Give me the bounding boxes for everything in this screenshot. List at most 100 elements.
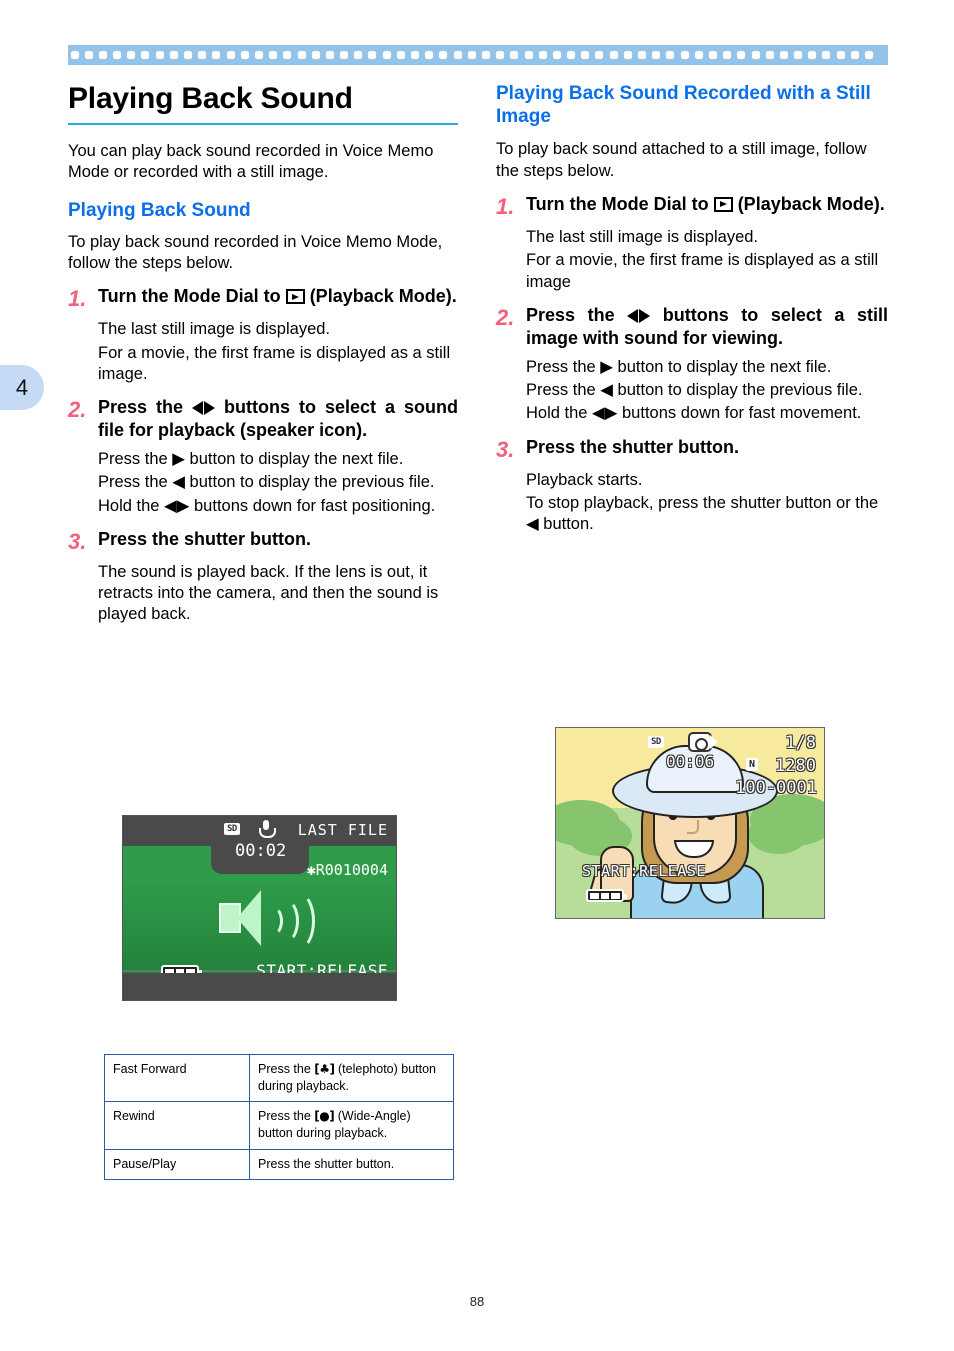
step-3-body: The sound is played back. If the lens is…	[98, 562, 458, 626]
step-3-body: Playback starts. To stop playback, press…	[526, 470, 888, 536]
step-body-line: For a movie, the first frame is displaye…	[98, 343, 451, 383]
ornament-motif-row	[68, 45, 888, 65]
playback-mode-icon	[285, 289, 305, 305]
table-row: Pause/Play Press the shutter button.	[104, 1148, 454, 1181]
clover-motif-icon	[765, 48, 774, 62]
step-2: 2. Press the buttons to select a still i…	[496, 305, 888, 350]
step-number: 3.	[68, 528, 87, 554]
sd-card-icon: SD	[224, 823, 240, 835]
wide-angle-icon: [●]	[314, 1109, 335, 1124]
clover-motif-icon	[581, 48, 590, 62]
clover-motif-icon	[666, 48, 675, 62]
step-number: 2.	[68, 397, 87, 423]
clover-motif-icon	[836, 48, 845, 62]
clover-motif-icon	[340, 48, 349, 62]
lcd-screenshot-voice-memo: SD 00:02 LAST FILE ✱R0010004 START:RELEA…	[122, 815, 397, 1001]
photo-subject-nose	[687, 820, 699, 834]
step-3: 3. Press the shutter button.	[496, 437, 888, 463]
sound-attached-icon	[688, 732, 712, 752]
clover-motif-icon	[70, 48, 79, 62]
step-1-body: The last still image is displayed. For a…	[526, 227, 888, 293]
left-right-buttons-icon	[627, 306, 651, 328]
clover-motif-icon	[652, 48, 661, 62]
playback-mode-icon	[713, 197, 733, 213]
intro-paragraph: You can play back sound recorded in Voic…	[68, 141, 434, 181]
clover-motif-icon	[552, 48, 561, 62]
clover-motif-icon	[510, 48, 519, 62]
step-body-line: Press the ◀ button to display the previo…	[526, 381, 863, 400]
clover-motif-icon	[155, 48, 164, 62]
clover-motif-icon	[396, 48, 405, 62]
desc-before: Press the	[258, 1109, 311, 1124]
step-2-body: Press the ▶ button to display the next f…	[526, 357, 888, 425]
step-body-line: Hold the ◀▶ buttons down for fast positi…	[98, 496, 436, 515]
clover-motif-icon	[481, 48, 490, 62]
section-lead: To play back sound attached to a still i…	[496, 140, 867, 180]
step-body-line: The last still image is displayed.	[98, 320, 331, 339]
clover-motif-icon	[609, 48, 618, 62]
step-2-body: Press the ▶ button to display the next f…	[98, 449, 458, 517]
normal-quality-icon: N	[745, 758, 758, 771]
table-row: Rewind Press the [●] (Wide-Angle) button…	[104, 1101, 454, 1150]
clover-motif-icon	[98, 48, 107, 62]
step-heading: Press the buttons to select a still imag…	[526, 305, 888, 350]
step-heading: Press the shutter button.	[526, 436, 740, 457]
section-lead: To play back sound recorded in Voice Mem…	[68, 232, 443, 272]
lcd-filename: ✱R0010004	[306, 861, 388, 879]
step-heading-text: Press the	[526, 305, 615, 326]
step-body-line: The sound is played back. If the lens is…	[98, 562, 439, 624]
clover-motif-icon	[169, 48, 178, 62]
step-1: 1. Turn the Mode Dial to (Playback Mode)…	[68, 286, 458, 312]
clover-motif-icon	[84, 48, 93, 62]
clover-motif-icon	[368, 48, 377, 62]
clover-motif-icon	[496, 48, 505, 62]
step-heading-text-cont: (Playback Mode).	[737, 194, 885, 215]
step-body-line: To stop playback, press the shutter butt…	[526, 494, 879, 534]
sound-attached-icon-tail	[710, 735, 718, 749]
step-heading: Press the shutter button.	[98, 528, 312, 549]
clover-motif-icon	[354, 48, 363, 62]
title-rule	[68, 122, 458, 125]
step-body-line: The last still image is displayed.	[526, 228, 759, 247]
clover-motif-icon	[240, 48, 249, 62]
step-3: 3. Press the shutter button.	[68, 529, 458, 555]
clover-motif-icon	[453, 48, 462, 62]
step-heading-text-cont: (Playback Mode).	[309, 286, 457, 307]
clover-motif-icon	[524, 48, 533, 62]
sd-card-icon: SD	[648, 736, 664, 748]
step-body-line: Press the ▶ button to display the next f…	[526, 357, 832, 376]
step-1: 1. Turn the Mode Dial to (Playback Mode)…	[496, 194, 888, 220]
step-2: 2. Press the buttons to select a sound f…	[68, 397, 458, 442]
step-heading-text: Turn the Mode Dial to	[98, 286, 281, 307]
clover-motif-icon	[723, 48, 732, 62]
clover-motif-icon	[751, 48, 760, 62]
clover-motif-icon	[269, 48, 278, 62]
speaker-icon	[219, 890, 315, 956]
step-body-line: For a movie, the first frame is displaye…	[526, 251, 879, 291]
clover-motif-icon	[254, 48, 263, 62]
step-heading-text: Turn the Mode Dial to	[526, 194, 709, 215]
step-number: 3.	[496, 436, 515, 462]
table-row: Fast Forward Press the [♣] (telephoto) b…	[104, 1053, 454, 1103]
clover-motif-icon	[425, 48, 434, 62]
table-cell-action: Pause/Play	[104, 1148, 250, 1181]
battery-icon	[586, 889, 627, 902]
lcd-bottom-bar	[123, 973, 396, 1000]
telephoto-icon: [♣]	[314, 1062, 335, 1076]
lcd-screenshot-still-image: SD 00:06 1/8 N 1280 100-0001 START:RELEA…	[555, 727, 825, 919]
step-body-line: Playback starts.	[526, 470, 643, 489]
left-column: Playing Back Sound You can play back sou…	[68, 82, 458, 638]
step-heading-text: Press the	[98, 397, 184, 418]
clover-motif-icon	[226, 48, 235, 62]
step-body-line: Press the ◀ button to display the previo…	[98, 473, 435, 492]
page-number: 88	[469, 1294, 485, 1309]
clover-motif-icon	[184, 48, 193, 62]
left-right-buttons-icon	[192, 398, 216, 420]
lcd-frame-fraction: 1/8	[785, 733, 816, 753]
step-body-line: Hold the ◀▶ buttons down for fast moveme…	[526, 404, 862, 423]
lcd-file-number: 100-0001	[735, 778, 817, 798]
clover-motif-icon	[283, 48, 292, 62]
chapter-number: 4	[15, 374, 29, 400]
step-number: 1.	[496, 194, 515, 220]
clover-motif-icon	[382, 48, 391, 62]
